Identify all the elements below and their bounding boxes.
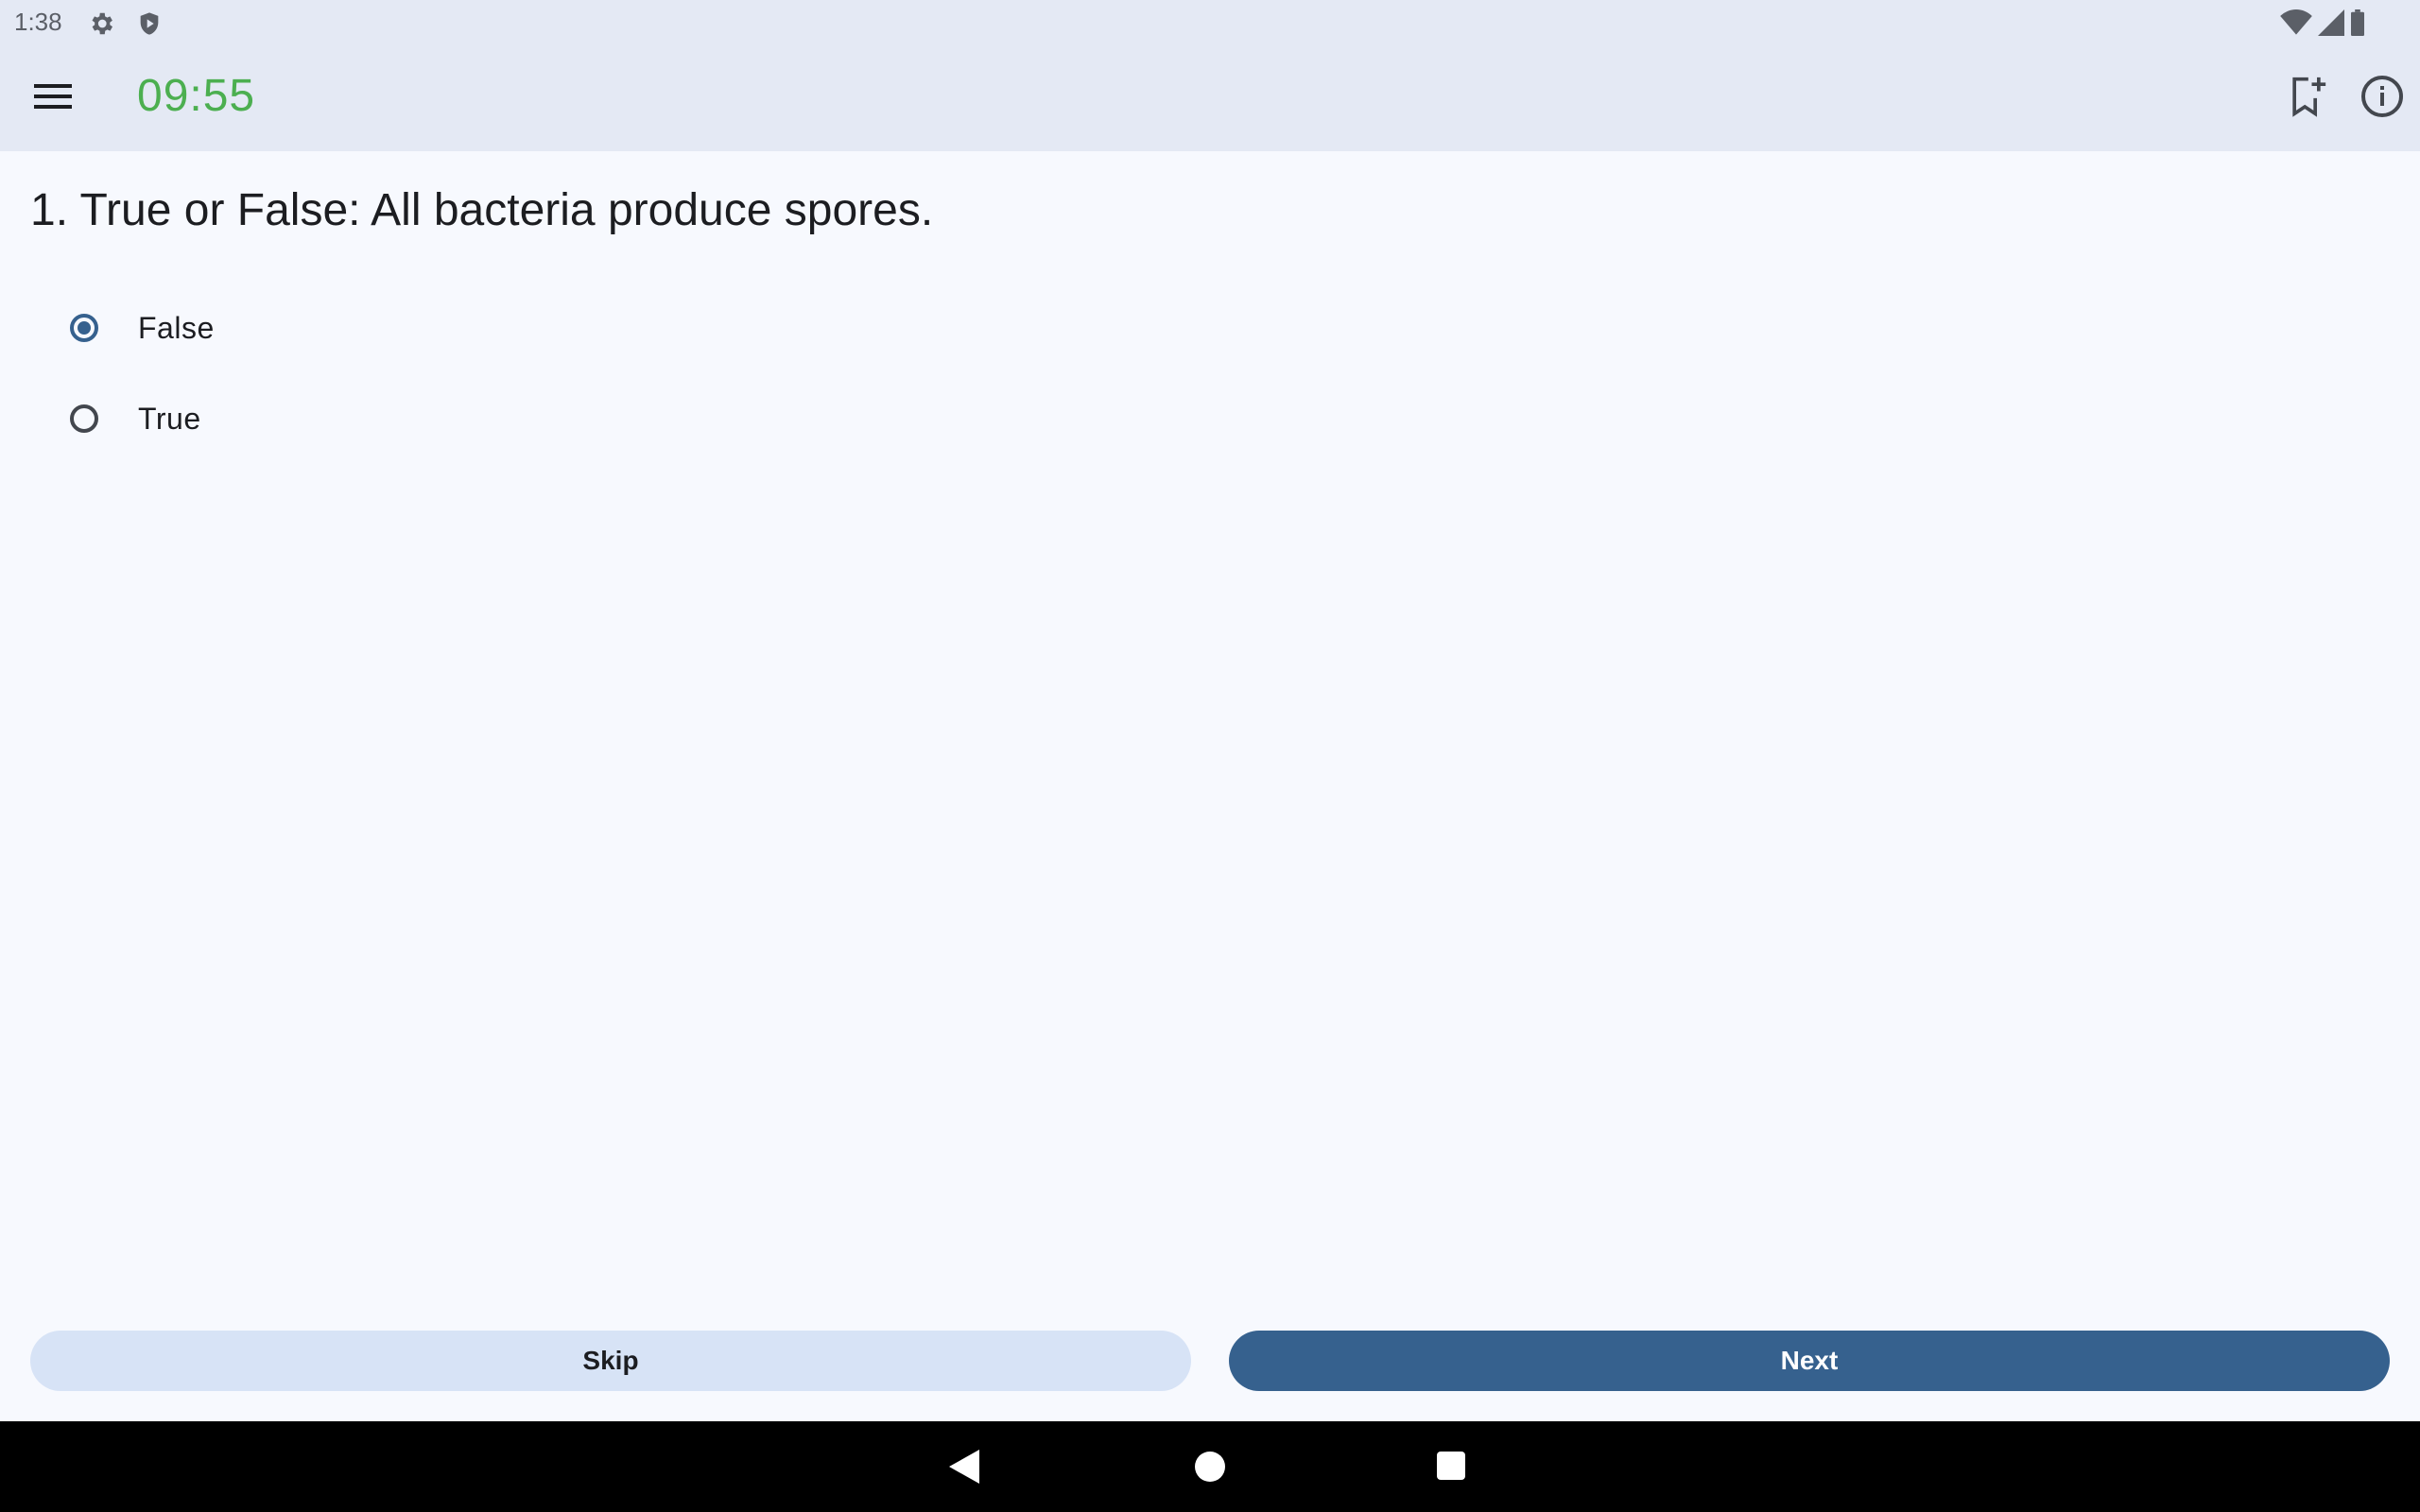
menu-button[interactable] [25, 77, 81, 119]
info-icon [2360, 76, 2405, 123]
radio-selected[interactable] [70, 314, 98, 342]
shield-icon [136, 9, 163, 43]
info-button[interactable] [2360, 74, 2405, 124]
option-label: True [138, 401, 201, 436]
option-label: False [138, 310, 215, 345]
option-false[interactable]: False [70, 300, 215, 356]
next-button[interactable]: Next [1229, 1331, 2390, 1391]
home-icon[interactable] [1195, 1452, 1225, 1486]
status-time: 1:38 [14, 8, 62, 36]
bookmark-add-button[interactable] [2286, 74, 2327, 124]
option-true[interactable]: True [70, 390, 201, 447]
menu-icon [34, 82, 72, 115]
signal-icon [2318, 9, 2344, 41]
status-bar: 1:38 [0, 0, 2420, 45]
navigation-bar [0, 1421, 2420, 1512]
app-bar: 09:55 [0, 45, 2420, 151]
question-text: 1. True or False: All bacteria produce s… [30, 185, 934, 235]
battery-icon [2350, 9, 2365, 41]
back-icon[interactable] [949, 1450, 979, 1488]
wifi-icon [2280, 9, 2312, 41]
gear-icon [87, 9, 115, 43]
recents-icon[interactable] [1437, 1452, 1465, 1485]
radio-unselected[interactable] [70, 404, 98, 433]
quiz-screen: 1:38 09:55 1. True or False: All bacteri… [0, 0, 2420, 1512]
bookmark-add-icon [2286, 77, 2327, 123]
timer: 09:55 [137, 71, 256, 121]
skip-button[interactable]: Skip [30, 1331, 1191, 1391]
